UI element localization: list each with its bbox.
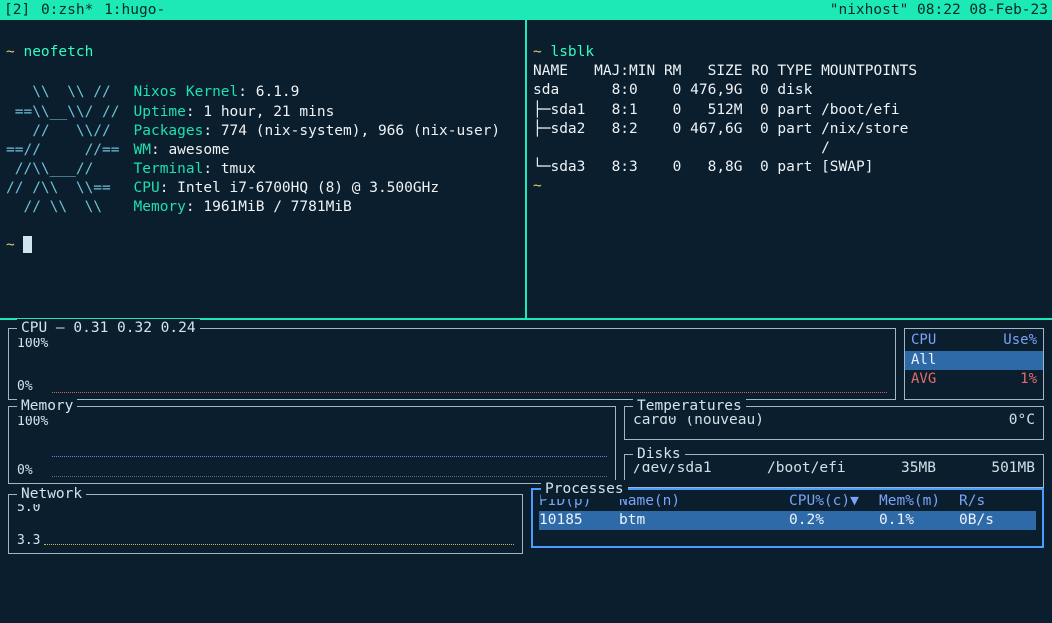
tmux-window-0[interactable]: 0:zsh*: [41, 2, 93, 18]
net-axis-lo: 3.3: [17, 532, 40, 549]
lsblk-row: /: [533, 140, 830, 156]
lsblk-row: ├─sda2 8:2 0 467,6G 0 part /nix/store: [533, 121, 908, 137]
tmux-window-1[interactable]: 1:hugo-: [104, 2, 165, 18]
tmux-windows: [2] 0:zsh* 1:hugo-: [4, 0, 167, 20]
net-plot-line: [44, 544, 514, 545]
disks-widget-title: Disks: [633, 445, 685, 464]
network-graph-widget[interactable]: Network 5.0 3.3: [8, 494, 523, 554]
tmux-status-right: "nixhost" 08:22 08-Feb-23: [830, 0, 1048, 20]
lsblk-header: NAME MAJ:MIN RM SIZE RO TYPE MOUNTPOINTS: [533, 63, 917, 79]
cpu-axis-lo: 0%: [17, 378, 48, 395]
tmux-session: [2]: [4, 2, 30, 18]
process-row[interactable]: 10185 btm 0.2% 0.1% 0B/s: [539, 511, 1036, 530]
lsblk-command: lsblk: [550, 44, 594, 60]
neofetch-info: Nixos Kernel: 6.1.9 Uptime: 1 hour, 21 m…: [134, 83, 501, 217]
cpu-row-all[interactable]: All: [905, 351, 1043, 369]
temperatures-widget[interactable]: Temperatures card0 (nouveau) 0°C: [624, 406, 1044, 440]
lsblk-row: sda 8:0 0 476,9G 0 disk: [533, 82, 821, 98]
tmux-hostname: "nixhost": [830, 2, 909, 18]
neofetch-command: neofetch: [23, 44, 93, 60]
lsblk-row: ├─sda1 8:1 0 512M 0 part /boot/efi: [533, 102, 900, 118]
terminal-pane-left[interactable]: ~ neofetch \\ \\ // ==\\__\\/ // // \\//…: [0, 20, 527, 320]
memory-graph-widget[interactable]: Memory 100% 0%: [8, 406, 616, 484]
processes-widget[interactable]: Processes PID(p) Name(n) CPU%(c)▼ Mem%(m…: [531, 488, 1044, 548]
temp-widget-title: Temperatures: [633, 397, 746, 416]
temp-sensor-value: 0°C: [1009, 411, 1035, 435]
cpu-table-hdr-cpu: CPU: [911, 331, 936, 349]
tmux-status-bar: [2] 0:zsh* 1:hugo- "nixhost" 08:22 08-Fe…: [0, 0, 1052, 20]
disk-used: 35MB: [901, 459, 936, 483]
neofetch-ascii-logo: \\ \\ // ==\\__\\/ // // \\// ==// //== …: [6, 83, 120, 217]
disk-total: 501MB: [991, 459, 1035, 483]
cpu-graph-widget[interactable]: CPU — 0.31 0.32 0.24 100% 0%: [8, 328, 896, 400]
tmux-clock: 08:22 08-Feb-23: [917, 2, 1048, 18]
prompt-tilde: ~: [533, 178, 542, 194]
swap-plot-line: [52, 476, 607, 477]
prompt-tilde: ~: [6, 237, 23, 253]
terminal-pane-right[interactable]: ~ lsblk NAME MAJ:MIN RM SIZE RO TYPE MOU…: [527, 20, 1052, 320]
cpu-table-hdr-use: Use%: [1003, 331, 1037, 349]
lsblk-row: └─sda3 8:3 0 8,8G 0 part [SWAP]: [533, 159, 873, 175]
processes-widget-title: Processes: [541, 480, 628, 499]
cursor-icon: [23, 236, 32, 253]
cpu-plot-line: [52, 392, 887, 393]
disks-widget[interactable]: Disks /dev/sda1 /boot/efi 35MB 501MB: [624, 454, 1044, 488]
prompt-tilde: ~: [533, 44, 550, 60]
prompt-tilde: ~: [6, 44, 23, 60]
mem-axis-lo: 0%: [17, 462, 48, 479]
system-monitor[interactable]: CPU — 0.31 0.32 0.24 100% 0% CPU Use% Al…: [0, 320, 1052, 558]
cpu-row-avg[interactable]: AVG 1%: [905, 370, 1043, 388]
disk-mount: /boot/efi: [767, 459, 846, 483]
cpu-table-widget[interactable]: CPU Use% All AVG 1%: [904, 328, 1044, 400]
mem-plot-line: [52, 456, 607, 457]
